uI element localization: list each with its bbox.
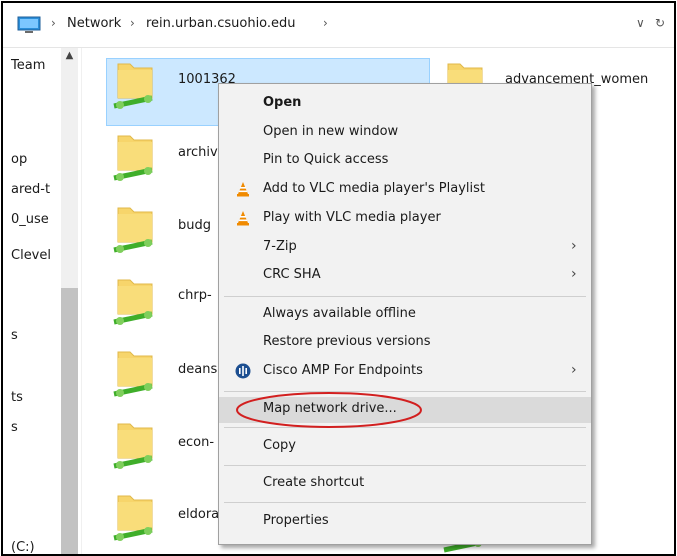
item-name[interactable]: budg (178, 218, 211, 233)
breadcrumb-server[interactable]: rein.urban.csuohio.edu (146, 16, 296, 31)
menu-item-available-offline[interactable]: Always available offline (219, 302, 591, 328)
vlc-cone-icon (237, 182, 249, 197)
menu-item-vlc-playlist[interactable]: Add to VLC media player's Playlist (219, 177, 591, 203)
nav-item[interactable]: Team (11, 58, 45, 73)
menu-item-label: Cisco AMP For Endpoints (263, 363, 423, 378)
nav-item[interactable]: (C:) (11, 540, 35, 554)
menu-item-copy[interactable]: Copy (219, 434, 591, 460)
menu-item-label: Always available offline (263, 306, 416, 321)
breadcrumb-network[interactable]: Network (67, 16, 121, 31)
menu-item-vlc-play[interactable]: Play with VLC media player (219, 206, 591, 232)
submenu-arrow-icon: › (571, 362, 577, 378)
dropdown-icon[interactable]: ∨ (636, 16, 645, 30)
menu-item-label: Add to VLC media player's Playlist (263, 181, 486, 196)
menu-item-label: Open (263, 95, 302, 110)
nav-item[interactable]: s (11, 420, 18, 435)
item-name[interactable]: deans (178, 362, 217, 377)
menu-item-map-network-drive[interactable]: Map network drive... (219, 397, 591, 423)
menu-item-open-new-window[interactable]: Open in new window (219, 120, 591, 146)
nav-item[interactable]: s (11, 328, 18, 343)
menu-item-label: Create shortcut (263, 475, 365, 490)
menu-item-crc-sha[interactable]: CRC SHA › (219, 263, 591, 289)
menu-item-restore-versions[interactable]: Restore previous versions (219, 330, 591, 356)
menu-item-cisco-amp[interactable]: Cisco AMP For Endpoints › (219, 359, 591, 385)
nav-item[interactable]: ts (11, 390, 23, 405)
submenu-arrow-icon: › (571, 238, 577, 254)
cisco-amp-icon (235, 363, 251, 379)
network-folder-icon[interactable] (112, 420, 158, 470)
network-folder-icon[interactable] (112, 348, 158, 398)
nav-item[interactable]: op (11, 152, 27, 167)
menu-item-label: 7-Zip (263, 239, 297, 254)
navigation-pane: Team op ared-t 0_use Clevel s ts s (C:) … (3, 48, 82, 554)
menu-item-label: Map network drive... (263, 401, 397, 416)
scroll-up-icon[interactable]: ▲ (61, 50, 78, 64)
nav-item[interactable]: ared-t (11, 182, 50, 197)
menu-item-label: Play with VLC media player (263, 210, 441, 225)
context-menu: Open Open in new window Pin to Quick acc… (218, 83, 592, 545)
chevron-right-icon[interactable]: › (323, 16, 328, 30)
network-icon (17, 16, 41, 33)
network-folder-icon[interactable] (112, 204, 158, 254)
menu-item-pin-quick-access[interactable]: Pin to Quick access (219, 148, 591, 174)
menu-item-open[interactable]: Open (219, 91, 591, 117)
network-folder-icon[interactable] (112, 276, 158, 326)
menu-item-properties[interactable]: Properties (219, 509, 591, 535)
menu-separator (224, 391, 586, 392)
menu-item-label: Properties (263, 513, 329, 528)
network-folder-icon[interactable] (112, 60, 158, 110)
menu-item-label: Restore previous versions (263, 334, 431, 349)
item-name[interactable]: econ- (178, 435, 214, 450)
refresh-icon[interactable]: ↻ (655, 16, 665, 30)
vlc-cone-icon (237, 211, 249, 226)
menu-separator (224, 465, 586, 466)
menu-item-7zip[interactable]: 7-Zip › (219, 235, 591, 261)
network-folder-icon[interactable] (112, 132, 158, 182)
network-folder-icon[interactable] (112, 492, 158, 542)
chevron-right-icon[interactable]: › (130, 16, 135, 30)
menu-item-label: Open in new window (263, 124, 399, 139)
explorer-window: › Network › rein.urban.csuohio.edu › ∨ ↻… (1, 1, 676, 556)
item-name[interactable]: eldora (178, 507, 219, 522)
item-name[interactable]: archiv (178, 145, 218, 160)
menu-item-label: Pin to Quick access (263, 152, 389, 167)
menu-item-label: CRC SHA (263, 267, 321, 282)
menu-separator (224, 427, 586, 428)
menu-separator (224, 502, 586, 503)
nav-item[interactable]: 0_use (11, 212, 49, 227)
menu-separator (224, 296, 586, 297)
submenu-arrow-icon: › (571, 266, 577, 282)
menu-item-label: Copy (263, 438, 296, 453)
nav-item[interactable]: Clevel (11, 248, 51, 263)
chevron-right-icon[interactable]: › (51, 16, 56, 30)
item-name[interactable]: chrp- (178, 288, 212, 303)
address-bar[interactable]: › Network › rein.urban.csuohio.edu › ∨ ↻ (3, 3, 674, 48)
menu-item-create-shortcut[interactable]: Create shortcut (219, 471, 591, 497)
nav-scrollbar-thumb[interactable] (61, 288, 78, 554)
